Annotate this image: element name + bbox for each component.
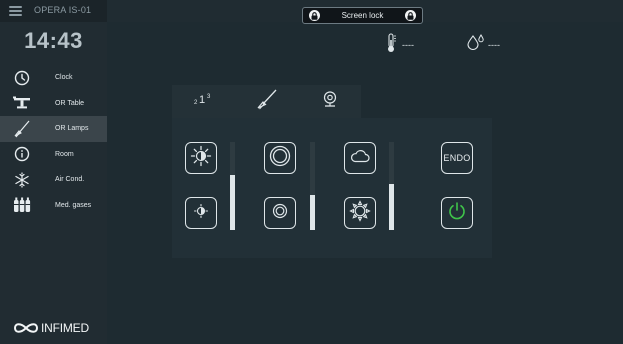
sidebar-item-label: Med. gases bbox=[55, 201, 92, 209]
endo-label: ENDO bbox=[443, 153, 471, 163]
power-button[interactable] bbox=[441, 197, 473, 229]
info-icon bbox=[13, 145, 31, 163]
field-size-level-bar bbox=[310, 142, 315, 230]
sidebar: OPERA IS-01 14:43 Clock OR Table OR Lamp… bbox=[0, 0, 107, 344]
small-field-icon bbox=[272, 203, 288, 224]
humidity-icon bbox=[466, 34, 486, 55]
snowflake-icon bbox=[13, 171, 31, 189]
lock-icon bbox=[404, 10, 416, 21]
gas-cylinders-icon bbox=[13, 196, 31, 214]
large-field-icon bbox=[269, 145, 291, 172]
tab-lamp-selection[interactable]: 213 bbox=[172, 85, 235, 118]
cloud-icon bbox=[350, 149, 370, 168]
field-size-level-fill bbox=[310, 194, 315, 230]
logo-text: INFIMED bbox=[41, 321, 89, 335]
brightness-level-bar bbox=[230, 142, 235, 230]
tab-camera[interactable] bbox=[298, 85, 361, 118]
sidebar-nav: Clock OR Table OR Lamps Room Air Cond. M… bbox=[0, 65, 107, 218]
lock-icon bbox=[309, 10, 320, 21]
screen-lock-label: Screen lock bbox=[341, 11, 384, 20]
sidebar-item-or-table[interactable]: OR Table bbox=[0, 91, 107, 117]
sidebar-item-or-lamps[interactable]: OR Lamps bbox=[0, 116, 107, 142]
sidebar-item-air-cond[interactable]: Air Cond. bbox=[0, 167, 107, 193]
sidebar-item-label: OR Lamps bbox=[55, 125, 89, 133]
lamp-tabs: 213 bbox=[172, 85, 361, 118]
device-name: OPERA IS-01 bbox=[34, 5, 92, 15]
color-temp-level-bar bbox=[389, 142, 394, 230]
svg-text:2: 2 bbox=[194, 100, 198, 106]
sidebar-header: OPERA IS-01 bbox=[0, 0, 107, 22]
color-temp-level-fill bbox=[389, 184, 394, 230]
endo-mode-button[interactable]: ENDO bbox=[441, 142, 473, 174]
sidebar-item-label: Clock bbox=[55, 74, 73, 82]
clock-time: 14:43 bbox=[24, 28, 83, 53]
svg-text:3: 3 bbox=[207, 94, 211, 100]
sidebar-item-label: OR Table bbox=[55, 99, 85, 107]
sidebar-item-label: Air Cond. bbox=[55, 176, 85, 184]
lamp-select-icon: 213 bbox=[192, 91, 216, 112]
sidebar-item-label: Room bbox=[55, 150, 74, 158]
sun-bright-icon bbox=[190, 145, 212, 172]
sidebar-item-clock[interactable]: Clock bbox=[0, 65, 107, 91]
sun-warm-icon bbox=[349, 199, 371, 227]
or-table-icon bbox=[13, 94, 31, 112]
sidebar-item-med-gases[interactable]: Med. gases bbox=[0, 193, 107, 219]
tab-lamp[interactable] bbox=[235, 85, 298, 118]
screen-lock-button[interactable]: Screen lock bbox=[302, 7, 423, 24]
sun-dim-icon bbox=[192, 202, 210, 225]
power-icon bbox=[447, 201, 467, 226]
brightness-up-button[interactable] bbox=[185, 142, 217, 174]
sidebar-item-room[interactable]: Room bbox=[0, 142, 107, 168]
menu-icon[interactable] bbox=[9, 6, 22, 16]
brightness-down-button[interactable] bbox=[185, 197, 217, 229]
thermometer-icon bbox=[385, 33, 397, 58]
field-size-up-button[interactable] bbox=[264, 142, 296, 174]
color-temp-warm-button[interactable] bbox=[344, 197, 376, 229]
surgical-lamp-icon bbox=[256, 88, 278, 115]
infimed-logo-mark bbox=[13, 323, 39, 333]
temperature-value: ---- bbox=[402, 40, 414, 50]
field-size-down-button[interactable] bbox=[264, 197, 296, 229]
color-temp-cool-button[interactable] bbox=[344, 142, 376, 174]
brightness-level-fill bbox=[230, 175, 235, 230]
clock-icon bbox=[13, 69, 31, 87]
svg-text:1: 1 bbox=[199, 94, 205, 106]
or-lamp-icon bbox=[13, 120, 31, 138]
lamp-control-panel bbox=[172, 118, 492, 258]
camera-icon bbox=[321, 90, 339, 113]
humidity-value: ---- bbox=[488, 40, 500, 50]
infimed-logo: INFIMED bbox=[13, 321, 89, 335]
